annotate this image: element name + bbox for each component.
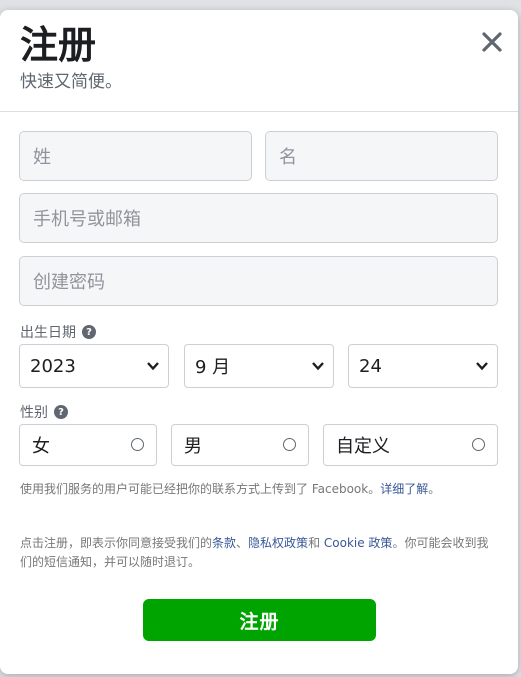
last-name-placeholder: 姓 (33, 147, 51, 168)
password-placeholder: 创建密码 (33, 272, 105, 293)
help-icon[interactable]: ? (82, 325, 96, 339)
cookie-policy-link[interactable]: Cookie 政策 (324, 536, 393, 550)
radio-icon[interactable] (131, 438, 144, 451)
password-input[interactable]: 创建密码 (19, 256, 498, 306)
contact-upload-notice: 使用我们服务的用户可能已经把你的联系方式上传到了 Facebook。详细了解。 (20, 482, 441, 496)
signup-dialog: 注册 快速又简便。 姓 名 手机号或邮箱 创建密码 出生日期 ? 2023 9 … (0, 10, 518, 674)
month-select[interactable]: 9 月 (184, 344, 334, 388)
signup-submit-button[interactable]: 注册 (143, 599, 376, 641)
privacy-policy-link[interactable]: 隐私权政策 (248, 536, 308, 550)
terms-link[interactable]: 条款 (212, 536, 236, 550)
first-name-input[interactable]: 名 (265, 131, 498, 181)
year-select[interactable]: 2023 (19, 344, 169, 388)
terms-notice: 点击注册，即表示你同意接受我们的条款、隐私权政策和 Cookie 政策。你可能会… (20, 534, 498, 572)
birthday-label: 出生日期 ? (20, 322, 96, 342)
day-value: 24 (359, 355, 382, 377)
gender-label-text: 性别 (20, 405, 48, 421)
year-value: 2023 (30, 355, 76, 377)
terms-and: 和 (308, 536, 324, 550)
day-select[interactable]: 24 (348, 344, 498, 388)
terms-separator: 、 (236, 536, 249, 550)
radio-icon[interactable] (472, 438, 485, 451)
gender-option-female[interactable]: 女 (19, 424, 157, 466)
month-value: 9 月 (195, 357, 231, 378)
gender-label: 性别 ? (20, 402, 68, 422)
notice-text: 使用我们服务的用户可能已经把你的联系方式上传到了 Facebook。 (20, 482, 381, 496)
birthday-label-text: 出生日期 (20, 325, 76, 341)
help-icon[interactable]: ? (54, 405, 68, 419)
contact-input[interactable]: 手机号或邮箱 (19, 193, 498, 243)
dialog-subtitle: 快速又简便。 (20, 72, 122, 92)
radio-icon[interactable] (283, 438, 296, 451)
learn-more-link[interactable]: 详细了解 (380, 482, 428, 496)
gender-option-custom[interactable]: 自定义 (323, 424, 498, 466)
dialog-header: 注册 快速又简便。 (0, 10, 518, 112)
gender-option-label: 男 (184, 436, 202, 457)
terms-prefix: 点击注册，即表示你同意接受我们的 (20, 536, 213, 550)
close-icon[interactable] (480, 30, 504, 54)
contact-placeholder: 手机号或邮箱 (33, 209, 141, 230)
chevron-down-icon (312, 362, 324, 371)
gender-option-label: 自定义 (336, 436, 390, 457)
dialog-title: 注册 (20, 23, 97, 67)
last-name-input[interactable]: 姓 (19, 131, 252, 181)
gender-option-label: 女 (32, 436, 50, 457)
chevron-down-icon (476, 362, 488, 371)
chevron-down-icon (147, 362, 159, 371)
gender-option-male[interactable]: 男 (171, 424, 309, 466)
first-name-placeholder: 名 (279, 147, 297, 168)
